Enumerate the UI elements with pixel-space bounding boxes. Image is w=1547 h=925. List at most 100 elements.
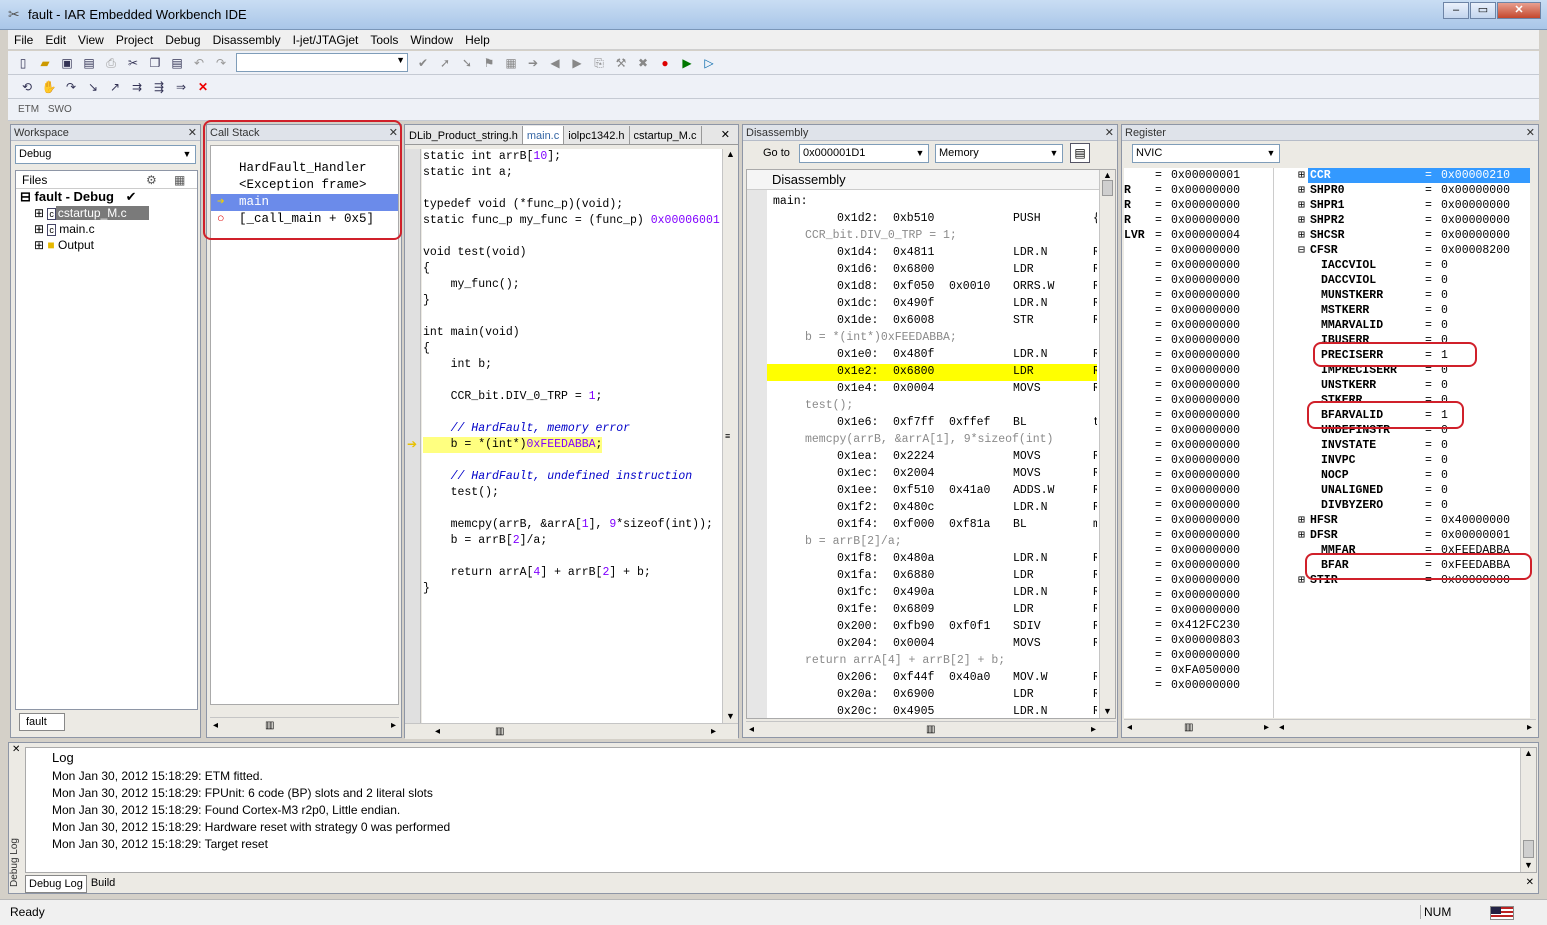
navigate-icon[interactable]: ➔ (524, 54, 542, 72)
tab-debug-log[interactable]: Debug Log (25, 875, 87, 893)
copy-icon[interactable]: ❐ (146, 54, 164, 72)
register-row-shpr1[interactable]: ⊞ SHPR1 = 0x00000000 (1274, 198, 1530, 213)
register-row[interactable]: = 0x412FC230 (1124, 618, 1273, 633)
menu-item-help[interactable]: Help (459, 33, 496, 47)
back-icon[interactable]: ◀ (546, 54, 564, 72)
editor-tab[interactable]: DLib_Product_string.h (405, 126, 523, 144)
register-row[interactable]: = 0x00000000 (1124, 333, 1273, 348)
register-row[interactable]: = 0x00000000 (1124, 513, 1273, 528)
editor-tab[interactable]: cstartup_M.c (630, 126, 702, 144)
close-button[interactable]: ✕ (1497, 2, 1541, 19)
swo-button[interactable]: SWO (48, 104, 72, 115)
register-row[interactable]: = 0x00000000 (1124, 483, 1273, 498)
save-icon[interactable]: ▣ (58, 54, 76, 72)
disasm-instruction[interactable]: 0x1e6: 0xf7ff 0xffef BL t (767, 415, 1097, 432)
register-row[interactable]: = 0x00000000 (1124, 303, 1273, 318)
stop-debugging-icon[interactable]: ✕ (194, 78, 212, 96)
new-file-icon[interactable]: ▯ (14, 54, 32, 72)
register-row[interactable]: = 0x00000803 (1124, 633, 1273, 648)
register-hscroll[interactable]: ◂ ▥ ▸ ◂ ▸ (1124, 719, 1536, 735)
check-icon[interactable]: ✔ (414, 54, 432, 72)
next-statement-icon[interactable]: ⇉ (128, 78, 146, 96)
reset-icon[interactable]: ⟲ (18, 78, 36, 96)
register-row[interactable]: = 0x00000000 (1124, 573, 1273, 588)
disasm-instruction[interactable]: 0x1f2: 0x480c LDR.N R (767, 500, 1097, 517)
step-out-icon[interactable]: ↗ (106, 78, 124, 96)
disasm-instruction[interactable]: 0x1ee: 0xf510 0x41a0 ADDS.W R (767, 483, 1097, 500)
menu-item-disassembly[interactable]: Disassembly (207, 33, 287, 47)
disasm-instruction[interactable]: 0x1de: 0x6008 STR R (767, 313, 1097, 330)
register-row[interactable]: = 0x00000001 (1124, 168, 1273, 183)
register-row-divbyzero[interactable]: DIVBYZERO = 0 (1274, 498, 1530, 513)
disasm-instruction[interactable]: 0x1dc: 0x490f LDR.N R (767, 296, 1097, 313)
make-icon[interactable]: ⚒ (612, 54, 630, 72)
breakpoint-icon[interactable]: ● (656, 54, 674, 72)
disasm-instruction[interactable]: 0x1ec: 0x2004 MOVS R (767, 466, 1097, 483)
disasm-instruction[interactable]: 0x1fe: 0x6809 LDR R (767, 602, 1097, 619)
disasm-instruction[interactable]: 0x1fa: 0x6880 LDR R (767, 568, 1097, 585)
register-row[interactable]: R = 0x00000000 (1124, 198, 1273, 213)
settings-icon[interactable]: ⚙ (146, 171, 157, 189)
run-to-cursor-icon[interactable]: ⇶ (150, 78, 168, 96)
disasm-instruction[interactable]: 0x204: 0x0004 MOVS R (767, 636, 1097, 653)
download-debug-icon[interactable]: ▶ (678, 54, 696, 72)
disasm-instruction[interactable]: 0x1d8: 0xf050 0x0010 ORRS.W R (767, 279, 1097, 296)
register-row-shcsr[interactable]: ⊞ SHCSR = 0x00000000 (1274, 228, 1530, 243)
menu-item-window[interactable]: Window (404, 33, 459, 47)
disasm-instruction[interactable]: 0x1f8: 0x480a LDR.N R (767, 551, 1097, 568)
stop-build-icon[interactable]: ✖ (634, 54, 652, 72)
register-row-invstate[interactable]: INVSTATE = 0 (1274, 438, 1530, 453)
log-vscroll[interactable]: ▲ ▼ (1520, 748, 1536, 872)
close-icon[interactable]: ✕ (12, 744, 20, 755)
editor-vscroll[interactable]: ▲ ≡ ▼ (722, 149, 738, 723)
close-icon[interactable]: ✕ (717, 125, 734, 144)
register-group-select[interactable]: NVIC ▼ (1132, 144, 1280, 163)
disasm-source-line[interactable]: b = *(int*)0xFEEDABBA; (767, 330, 1097, 347)
disasm-instruction[interactable]: 0x1fc: 0x490a LDR.N R (767, 585, 1097, 602)
register-row[interactable]: = 0x00000000 (1124, 468, 1273, 483)
register-row[interactable]: = 0x00000000 (1124, 408, 1273, 423)
workspace-tab[interactable]: fault (19, 713, 65, 731)
disasm-source-line[interactable]: CCR_bit.DIV_0_TRP = 1; (767, 228, 1097, 245)
menu-item-file[interactable]: File (8, 33, 39, 47)
disasm-source-line[interactable]: return arrA[4] + arrB[2] + b; (767, 653, 1097, 670)
compile-icon[interactable]: ⎘ (590, 54, 608, 72)
tree-item-main[interactable]: ⊞ c main.c (16, 221, 197, 237)
disassembly-hscroll[interactable]: ◂ ▥ ▸ (746, 721, 1116, 737)
register-row[interactable]: = 0x00000000 (1124, 603, 1273, 618)
register-row[interactable]: = 0x00000000 (1124, 288, 1273, 303)
paste-icon[interactable]: ▤ (168, 54, 186, 72)
register-row-dfsr[interactable]: ⊞ DFSR = 0x00000001 (1274, 528, 1530, 543)
register-row-unaligned[interactable]: UNALIGNED = 0 (1274, 483, 1530, 498)
find-next-icon[interactable]: ➚ (436, 54, 454, 72)
forward-icon[interactable]: ▶ (568, 54, 586, 72)
save-all-icon[interactable]: ▤ (80, 54, 98, 72)
disasm-instruction[interactable]: 0x206: 0xf44f 0x40a0 MOV.W R (767, 670, 1097, 687)
disasm-current-instruction[interactable]: 0x1e2: 0x6800 LDR R (767, 364, 1097, 381)
disasm-instruction[interactable]: 0x1d2:0xb510PUSH{ (767, 211, 1097, 228)
register-row[interactable]: = 0x00000000 (1124, 318, 1273, 333)
disasm-instruction[interactable]: 0x200: 0xfb90 0xf0f1 SDIV R (767, 619, 1097, 636)
callstack-hscroll[interactable]: ◂ ▥ ▸ (210, 717, 399, 733)
register-row-hfsr[interactable]: ⊞ HFSR = 0x40000000 (1274, 513, 1530, 528)
register-row-munstkerr[interactable]: MUNSTKERR = 0 (1274, 288, 1530, 303)
register-row-unstkerr[interactable]: UNSTKERR = 0 (1274, 378, 1530, 393)
open-folder-icon[interactable]: ▰ (36, 54, 54, 72)
register-row[interactable]: = 0x00000000 (1124, 423, 1273, 438)
register-row[interactable]: LVR = 0x00000004 (1124, 228, 1273, 243)
config-select[interactable]: Debug ▼ (15, 145, 196, 164)
register-row[interactable]: = 0xFA050000 (1124, 663, 1273, 678)
register-row-iaccviol[interactable]: IACCVIOL = 0 (1274, 258, 1530, 273)
register-row[interactable]: = 0x00000000 (1124, 258, 1273, 273)
etm-button[interactable]: ETM (18, 104, 39, 115)
editor-hscroll[interactable]: ◂ ▥ ▸ (405, 723, 738, 739)
register-row[interactable]: = 0x00000000 (1124, 543, 1273, 558)
disasm-source-line[interactable]: b = arrB[2]/a; (767, 534, 1097, 551)
memory-select[interactable]: Memory ▼ (935, 144, 1063, 163)
disassembly-rows[interactable]: main:0x1d2:0xb510PUSH{CCR_bit.DIV_0_TRP … (767, 194, 1097, 718)
tree-item-cstartup[interactable]: ⊞ c cstartup_M.c (16, 205, 197, 221)
options-icon[interactable]: ▤ (1070, 143, 1090, 163)
disasm-instruction[interactable]: 0x1ea: 0x2224 MOVS R (767, 449, 1097, 466)
menu-item-edit[interactable]: Edit (39, 33, 72, 47)
register-row[interactable]: = 0x00000000 (1124, 558, 1273, 573)
